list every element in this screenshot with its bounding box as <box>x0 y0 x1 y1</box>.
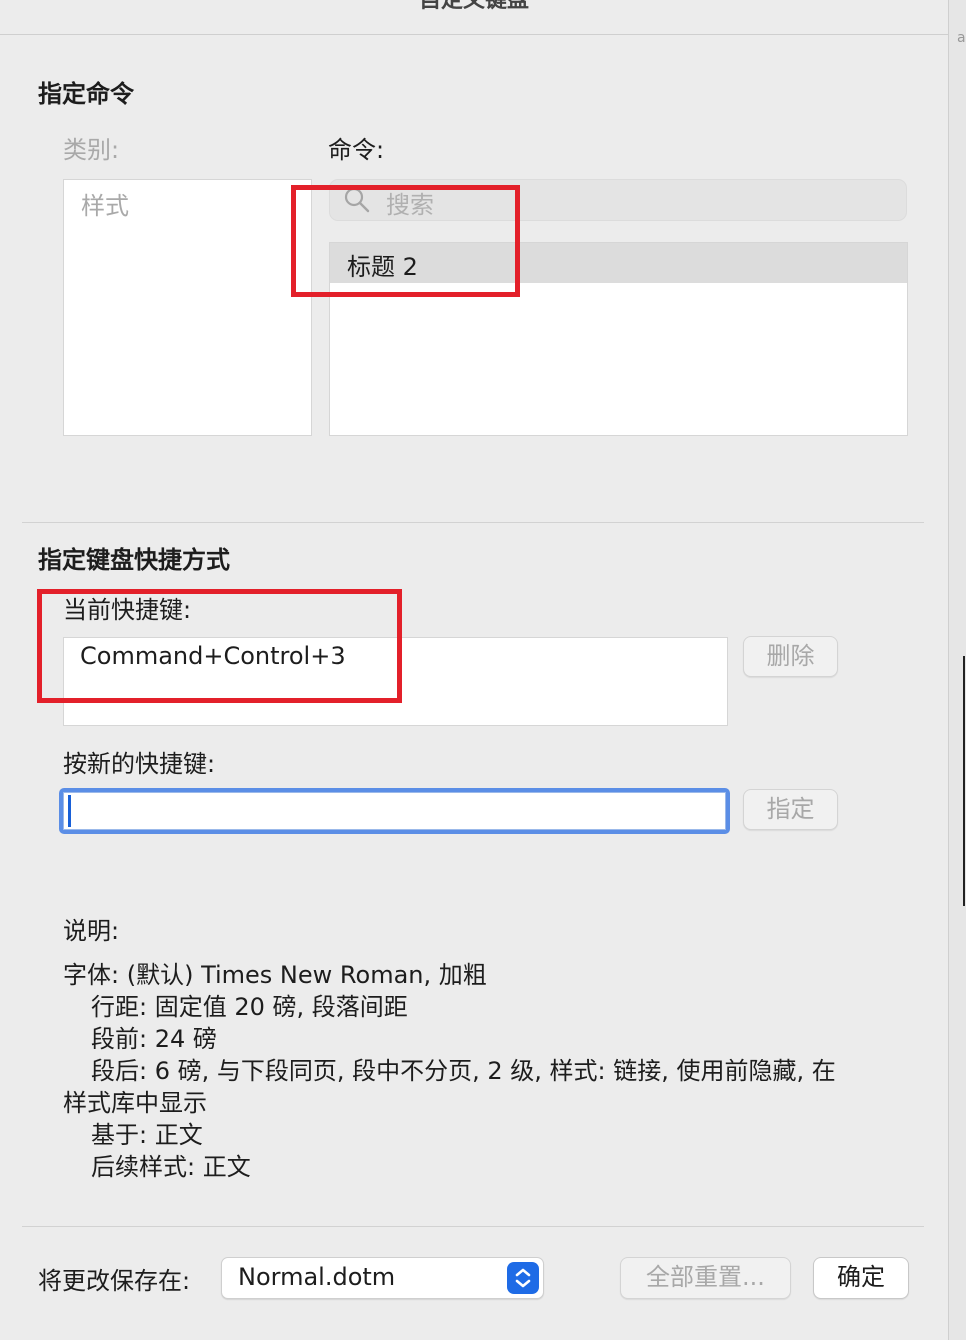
reset-all-button[interactable]: 全部重置... <box>620 1257 791 1299</box>
commands-label: 命令: <box>328 136 385 164</box>
ok-button[interactable]: 确定 <box>813 1257 909 1299</box>
save-in-label: 将更改保存在: <box>38 1267 191 1295</box>
footer-separator <box>22 1226 924 1227</box>
customize-keyboard-dialog: 自定义键盘 指定命令 类别: 命令: 样式 搜索 标题 2 指定键盘快捷方式 当… <box>0 0 949 1340</box>
dialog-title: 自定义键盘 <box>418 0 529 13</box>
categories-list[interactable]: 样式 <box>63 179 312 436</box>
description-label: 说明: <box>63 917 120 945</box>
description-line: 样式库中显示 <box>63 1089 207 1117</box>
description-line: 字体: (默认) Times New Roman, 加粗 <box>63 961 487 989</box>
assign-shortcut-heading: 指定键盘快捷方式 <box>38 546 230 574</box>
chevron-updown-icon <box>507 1262 539 1294</box>
category-item[interactable]: 样式 <box>81 186 129 221</box>
description-line: 基于: 正文 <box>91 1121 203 1149</box>
description-text: 字体: (默认) Times New Roman, 加粗 行距: 固定值 20 … <box>63 959 903 1183</box>
edge-character: a <box>957 30 966 46</box>
edge-line <box>963 656 965 906</box>
categories-label: 类别: <box>63 136 120 164</box>
new-keys-input[interactable] <box>63 792 726 830</box>
description-line: 行距: 固定值 20 磅, 段落间距 <box>91 993 408 1021</box>
assign-command-heading: 指定命令 <box>38 80 134 108</box>
background-window-edge: a <box>949 0 966 1340</box>
highlight-box-shortcut <box>37 589 402 703</box>
save-in-value: Normal.dotm <box>238 1263 396 1291</box>
title-separator <box>0 34 948 35</box>
assign-button[interactable]: 指定 <box>743 789 838 830</box>
section-separator <box>22 522 924 523</box>
description-line: 后续样式: 正文 <box>91 1153 251 1181</box>
delete-button[interactable]: 删除 <box>743 636 838 677</box>
description-line: 段后: 6 磅, 与下段同页, 段中不分页, 2 级, 样式: 链接, 使用前隐… <box>91 1057 836 1085</box>
text-caret <box>68 795 71 827</box>
description-line: 段前: 24 磅 <box>91 1025 217 1053</box>
save-in-select[interactable]: Normal.dotm <box>221 1257 544 1299</box>
new-keys-label: 按新的快捷键: <box>63 750 216 778</box>
highlight-box-command <box>291 185 520 297</box>
